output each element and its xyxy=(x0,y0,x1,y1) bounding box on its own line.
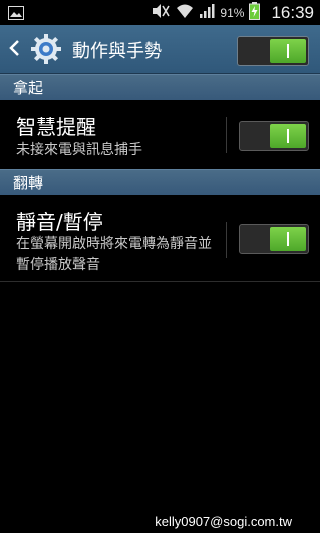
wifi-icon xyxy=(176,3,194,23)
image-icon xyxy=(8,5,24,24)
section-header-flip: 翻轉 xyxy=(0,169,320,195)
watermark: kelly0907@sogi.com.tw xyxy=(155,514,292,529)
back-chevron-icon[interactable] xyxy=(8,39,20,61)
list-item-mute-pause[interactable]: 靜音/暫停 在螢幕開啟時將來電轉為靜音並暫停播放聲音 xyxy=(0,196,320,282)
action-bar: 動作與手勢 xyxy=(0,25,320,74)
signal-icon xyxy=(199,3,215,23)
battery-percent: 91% xyxy=(220,5,245,20)
mute-pause-switch[interactable] xyxy=(239,224,309,254)
status-bar: 91% 16:39 xyxy=(0,0,320,25)
section-header-pickup: 拿起 xyxy=(0,74,320,100)
item-subtitle: 未接來電與訊息捕手 xyxy=(16,142,142,158)
divider xyxy=(226,222,227,258)
battery-charging-icon xyxy=(249,1,261,24)
smart-alert-switch[interactable] xyxy=(239,121,309,151)
settings-gear-icon xyxy=(30,33,62,69)
divider xyxy=(226,117,227,153)
item-subtitle: 在螢幕開啟時將來電轉為靜音並暫停播放聲音 xyxy=(16,236,212,273)
row-separator xyxy=(0,281,320,282)
switch-knob xyxy=(270,39,306,63)
switch-knob xyxy=(270,124,306,148)
item-title: 靜音/暫停 xyxy=(16,210,103,234)
mute-icon xyxy=(151,3,171,23)
page-title: 動作與手勢 xyxy=(72,41,162,62)
switch-knob xyxy=(270,227,306,251)
clock: 16:39 xyxy=(271,2,314,22)
master-switch[interactable] xyxy=(237,36,309,66)
list-item-smart-alert[interactable]: 智慧提醒 未接來電與訊息捕手 xyxy=(0,101,320,169)
item-title: 智慧提醒 xyxy=(16,115,96,139)
